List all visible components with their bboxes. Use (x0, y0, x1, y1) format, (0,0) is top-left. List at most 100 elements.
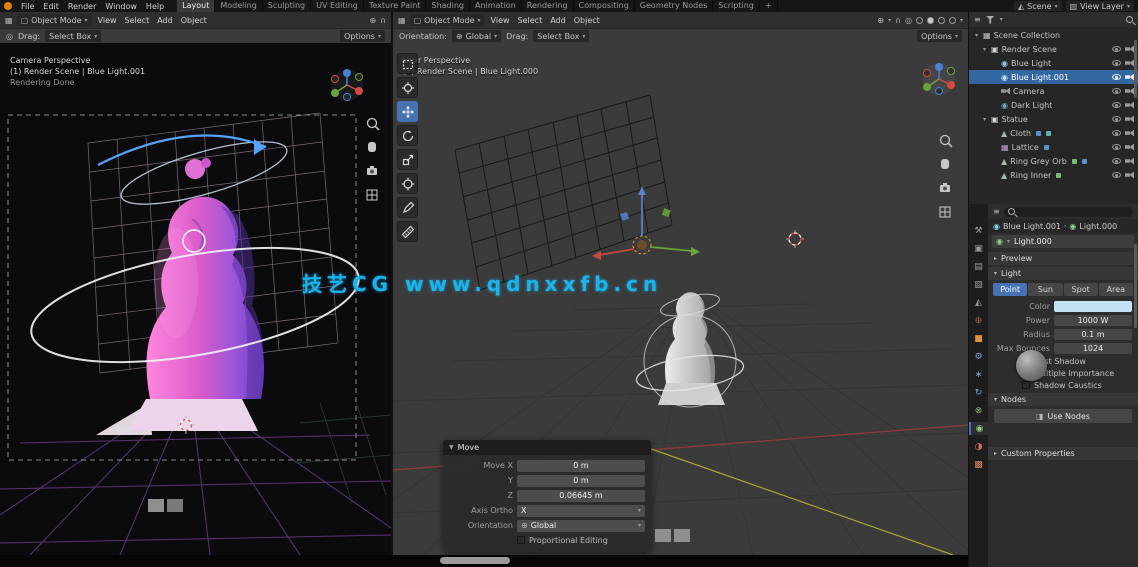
mode-dropdown[interactable]: ▢ Object Mode ▾ (16, 14, 92, 26)
render-visibility-icon[interactable] (1125, 115, 1134, 123)
orientation-dropdown[interactable]: ⊕ Global ▾ (451, 30, 502, 42)
navigation-gizmo[interactable] (923, 63, 955, 95)
render-visibility-icon[interactable] (1125, 157, 1134, 165)
outliner-row-scene-collection[interactable]: ▾ ▦ Scene Collection (969, 28, 1138, 42)
menu-view[interactable]: View (489, 16, 512, 25)
physics-tab-icon[interactable]: ↻ (969, 386, 988, 399)
hide-icon[interactable] (1112, 144, 1121, 150)
proportional-editing-checkbox[interactable]: Proportional Editing (517, 534, 645, 546)
tool-tab-icon[interactable]: ⚒ (969, 224, 988, 237)
outliner-row-camera[interactable]: Camera (969, 84, 1138, 98)
add-workspace-button[interactable]: + (760, 0, 778, 12)
outliner-row-statue[interactable]: ▾ ▣ Statue (969, 112, 1138, 126)
view-layer-tab-icon[interactable]: ▧ (969, 278, 988, 291)
navigation-gizmo[interactable] (331, 69, 363, 101)
tab-geometry-nodes[interactable]: Geometry Nodes (635, 0, 714, 12)
render-visibility-icon[interactable] (1125, 73, 1134, 81)
outliner-row-render-scene[interactable]: ▾ ▣ Render Scene (969, 42, 1138, 56)
tab-rendering[interactable]: Rendering (522, 0, 574, 12)
editor-type-icon[interactable]: ▦ (398, 16, 406, 25)
modifier-tab-icon[interactable]: ⚙ (969, 350, 988, 363)
hide-icon[interactable] (1112, 60, 1121, 66)
scrub-handle[interactable] (440, 557, 510, 564)
texture-tab-icon[interactable]: ▩ (969, 458, 988, 471)
cursor-tool[interactable] (397, 77, 418, 98)
tab-texture-paint[interactable]: Texture Paint (364, 0, 427, 12)
outliner-row-blue-light-001[interactable]: ◉ Blue Light.001 (969, 70, 1138, 84)
section-preview[interactable]: ▸ Preview (988, 252, 1138, 265)
light-type-area[interactable]: Area (1098, 283, 1133, 296)
hide-icon[interactable] (1112, 46, 1121, 52)
shading-rendered-icon[interactable] (948, 16, 956, 24)
menu-view[interactable]: View (96, 16, 119, 25)
particles-tab-icon[interactable]: ∗ (969, 368, 988, 381)
move-z-field[interactable]: 0.06645 m (517, 489, 645, 502)
move-panel-header[interactable]: ▼ Move (443, 440, 651, 455)
power-field[interactable]: 1000 W (1054, 314, 1132, 326)
render-visibility-icon[interactable] (1125, 101, 1134, 109)
shading-material-icon[interactable] (937, 16, 945, 24)
multiple-importance-checkbox[interactable]: Multiple Importance (988, 367, 1138, 379)
expand-icon[interactable]: ▾ (973, 32, 980, 39)
transform-orientation-icon[interactable]: ⊕ (877, 16, 884, 25)
hide-icon[interactable] (1112, 116, 1121, 122)
outliner-row-ring-grey-orb[interactable]: ▲ Ring Grey Orb (969, 154, 1138, 168)
mode-dropdown[interactable]: ▢ Object Mode ▾ (409, 14, 485, 26)
use-nodes-button[interactable]: ◨ Use Nodes (994, 409, 1132, 423)
drag-mode-dropdown[interactable]: Select Box ▾ (45, 30, 102, 42)
left-viewport-canvas[interactable]: Camera Perspective (1) Render Scene | Bl… (0, 43, 391, 555)
menu-add[interactable]: Add (548, 16, 568, 25)
menu-file[interactable]: File (17, 2, 38, 11)
tab-shading[interactable]: Shading (426, 0, 470, 12)
rotate-tool[interactable] (397, 125, 418, 146)
hide-icon[interactable] (1112, 102, 1121, 108)
annotate-tool[interactable] (397, 197, 418, 218)
select-box-tool[interactable] (397, 53, 418, 74)
tab-compositing[interactable]: Compositing (574, 0, 635, 12)
menu-add[interactable]: Add (155, 16, 175, 25)
move-tool[interactable] (397, 101, 418, 122)
render-visibility-icon[interactable] (1125, 45, 1134, 53)
menu-edit[interactable]: Edit (39, 2, 63, 11)
hide-icon[interactable] (1112, 74, 1121, 80)
render-visibility-icon[interactable] (1125, 87, 1134, 95)
menu-object[interactable]: Object (179, 16, 209, 25)
tab-modeling[interactable]: Modeling (215, 0, 263, 12)
scale-tool[interactable] (397, 149, 418, 170)
outliner-row-ring-inner[interactable]: ▲ Ring Inner (969, 168, 1138, 182)
shadow-caustics-checkbox[interactable]: Shadow Caustics (988, 379, 1138, 391)
measure-tool[interactable] (397, 221, 418, 242)
light-type-spot[interactable]: Spot (1063, 283, 1098, 296)
drag-mode-dropdown[interactable]: Select Box ▾ (533, 30, 590, 42)
render-visibility-icon[interactable] (1125, 59, 1134, 67)
tab-uv-editing[interactable]: UV Editing (311, 0, 364, 12)
outliner-row-blue-light[interactable]: ◉ Blue Light (969, 56, 1138, 70)
object-tab-icon[interactable]: ■ (969, 332, 988, 345)
material-tab-icon[interactable]: ◑ (969, 440, 988, 453)
outliner-row-cloth[interactable]: ▲ Cloth (969, 126, 1138, 140)
scene-selector[interactable]: ◭ Scene ▾ (1014, 1, 1062, 11)
hide-icon[interactable] (1112, 172, 1121, 178)
move-y-field[interactable]: 0 m (517, 474, 645, 487)
section-nodes[interactable]: ▾ Nodes (988, 393, 1138, 406)
section-light[interactable]: ▾ Light (988, 267, 1138, 280)
move-x-field[interactable]: 0 m (517, 459, 645, 472)
pan-hand-icon[interactable] (941, 159, 949, 169)
render-tab-icon[interactable]: ▣ (969, 242, 988, 255)
tab-scripting[interactable]: Scripting (713, 0, 760, 12)
menu-render[interactable]: Render (64, 2, 100, 11)
tab-animation[interactable]: Animation (470, 0, 522, 12)
hide-icon[interactable] (1112, 130, 1121, 136)
shading-solid-icon[interactable] (926, 16, 934, 24)
world-tab-icon[interactable]: ⊕ (969, 314, 988, 327)
filter-icon[interactable] (985, 15, 995, 24)
proportional-edit-icon[interactable]: ◎ (905, 16, 912, 25)
object-data-tab-icon[interactable]: ◉ (969, 422, 988, 435)
outliner-row-lattice[interactable]: ▦ Lattice (969, 140, 1138, 154)
menu-help[interactable]: Help (142, 2, 168, 11)
outliner-editor-icon[interactable]: ≡ (974, 15, 981, 24)
transform-orientation-icon[interactable]: ⊕ (369, 16, 376, 25)
outliner-scrollbar[interactable] (1134, 40, 1137, 98)
breadcrumb-object[interactable]: Blue Light.001 (1003, 222, 1061, 231)
pan-hand-icon[interactable] (368, 142, 376, 152)
